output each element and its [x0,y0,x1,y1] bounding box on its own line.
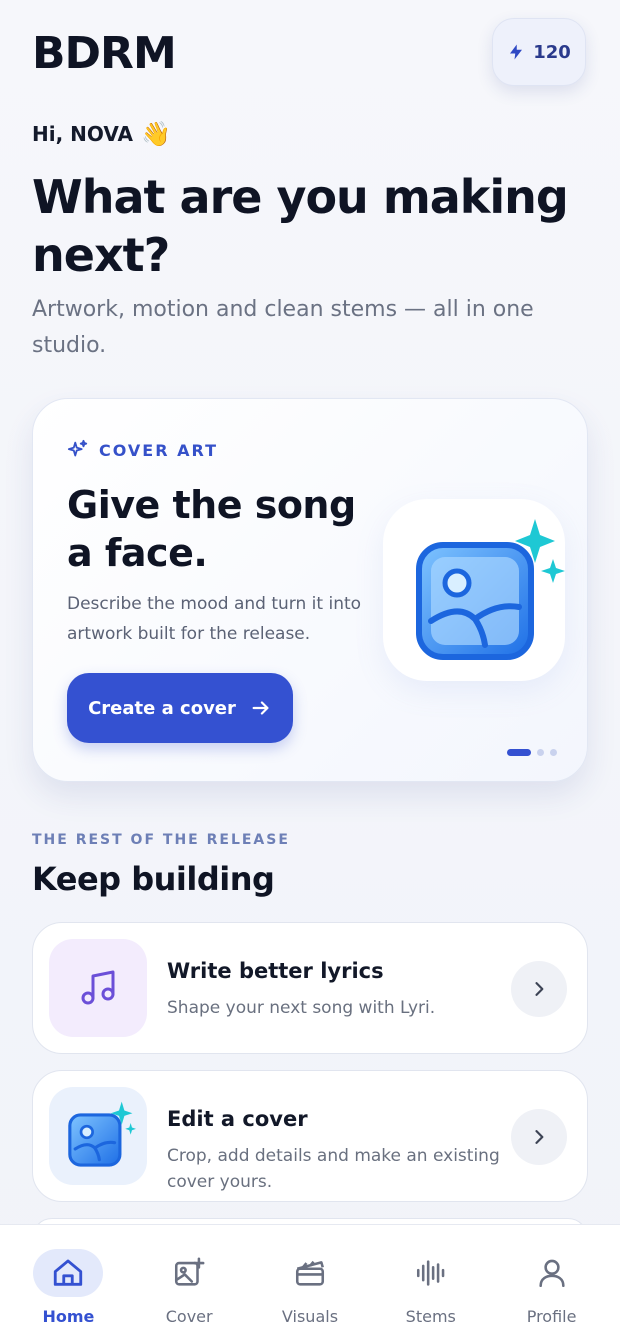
waveform-icon [416,1260,445,1286]
chevron-right-icon [535,982,544,996]
app-logo: BDRM [32,28,177,79]
hero-kicker-label: COVER ART [99,440,219,460]
tab-home[interactable]: Home [13,1225,123,1344]
tab-icon [517,1249,587,1297]
card-description: Crop, add details and make an existing c… [167,1146,500,1192]
user-icon [538,1259,565,1288]
hero-kicker: COVER ART [67,439,218,461]
tab-label: Visuals [281,1307,339,1326]
arrow-right-icon [252,701,269,715]
tab-icon [275,1249,345,1297]
tab-icon [154,1249,224,1297]
hero-title: Give the song a face. [67,483,356,575]
lightning-icon [510,44,523,60]
tab-label: Home [42,1307,95,1326]
tab-icon [33,1249,104,1297]
page-subtitle: Artwork, motion and clean stems — all in… [32,297,534,358]
card-thumb [49,1087,147,1185]
tab-stems[interactable]: Stems [376,1225,486,1344]
cover-art-illustration [383,499,565,681]
tab-label: Stems [405,1307,456,1326]
bottom-tab-bar: Home Cover Visuals Stems Profile [0,1224,620,1344]
image-plus-icon [175,1257,205,1286]
card-write-lyrics[interactable]: Write better lyrics Shape your next song… [32,922,588,1054]
create-cover-button[interactable]: Create a cover [67,673,293,743]
carousel-dot[interactable] [537,749,544,756]
card-open-button[interactable] [511,961,567,1017]
card-thumb [49,939,147,1037]
card-title: Write better lyrics [167,959,384,983]
home-icon [54,1259,83,1286]
tab-cover[interactable]: Cover [134,1225,244,1344]
carousel-dot[interactable] [550,749,557,756]
card-title: Edit a cover [167,1107,308,1131]
tab-visuals[interactable]: Visuals [255,1225,365,1344]
glossy-image-icon [68,1101,136,1167]
hero-description: Describe the mood and turn it into artwo… [67,594,362,644]
clapperboard-icon [295,1260,325,1286]
chevron-right-icon [535,1130,544,1144]
create-cover-label: Create a cover [88,697,236,719]
hero-card-cover-art[interactable]: COVER ART Give the song a face. Describe… [32,398,588,782]
credits-count: 120 [533,41,571,63]
page-headline: What are you making next? [32,170,569,282]
section-title: Keep building [32,860,275,898]
sparkles-icon [67,439,88,457]
carousel-dots[interactable] [507,749,557,756]
wave-icon: 👋 [140,120,171,148]
music-note-icon [81,970,115,1005]
tab-icon [396,1249,466,1297]
greeting-text: Hi, NOVA [32,122,133,146]
glossy-image-icon [416,519,565,660]
carousel-dot[interactable] [507,749,531,756]
card-open-button[interactable] [511,1109,567,1165]
greeting: Hi, NOVA 👋 [32,120,171,148]
card-description: Shape your next song with Lyri. [167,998,436,1018]
tab-label: Profile [526,1307,577,1326]
tab-profile[interactable]: Profile [497,1225,607,1344]
card-edit-cover[interactable]: Edit a cover Crop, add details and make … [32,1070,588,1202]
tab-label: Cover [165,1307,213,1326]
section-kicker: THE REST OF THE RELEASE [32,832,290,848]
credits-badge[interactable]: 120 [492,18,586,86]
